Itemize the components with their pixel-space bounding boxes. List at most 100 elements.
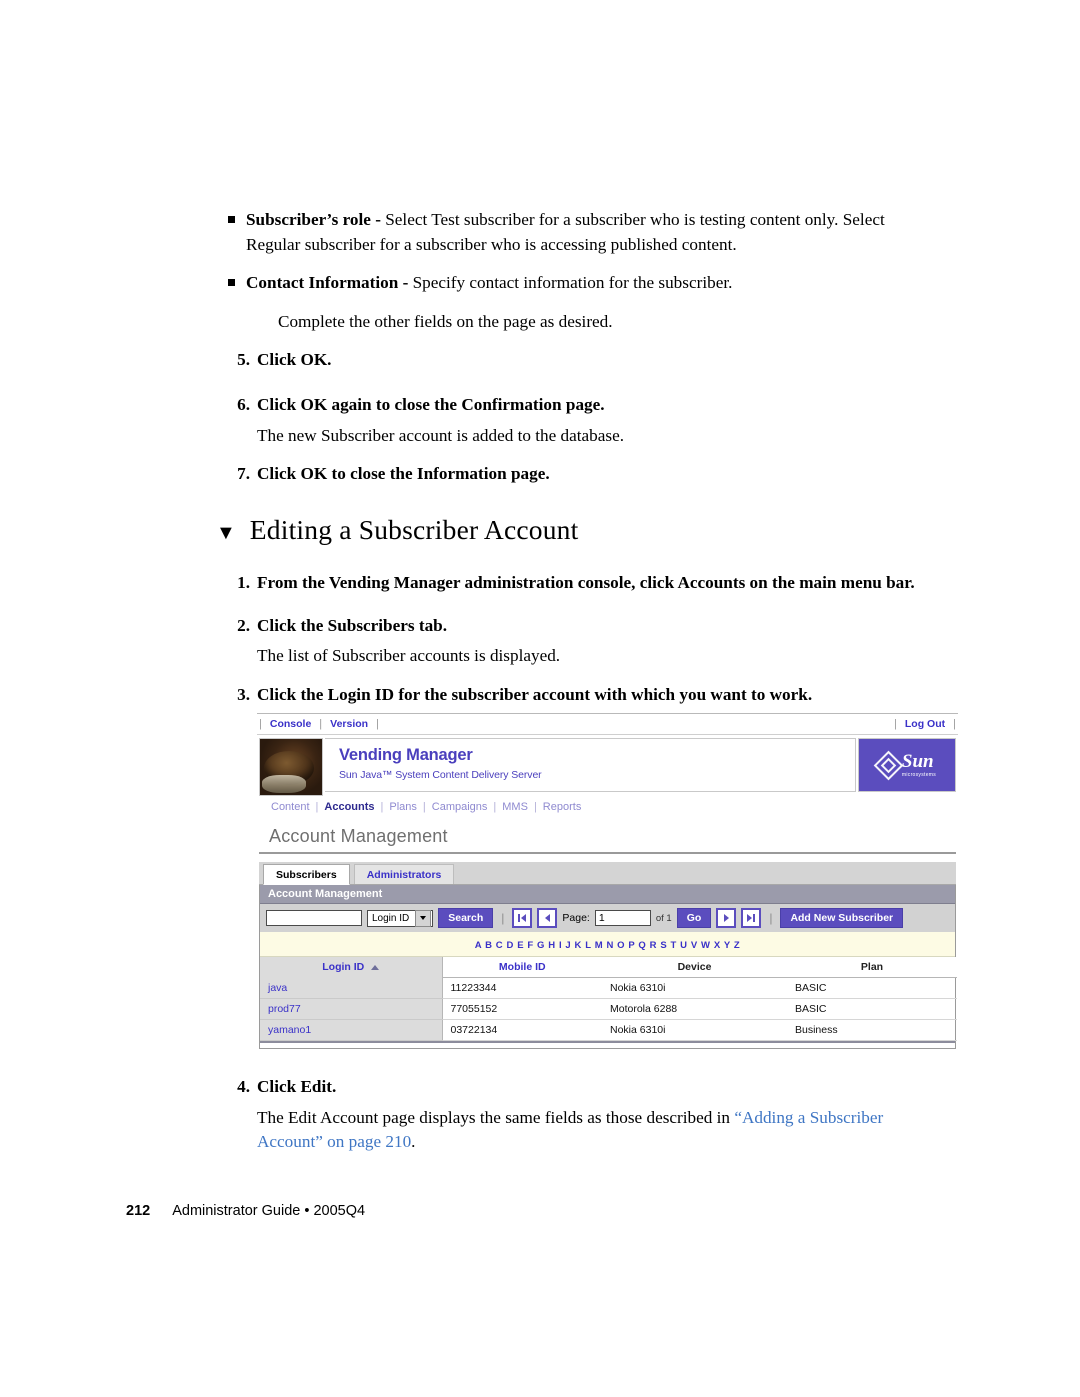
triangle-down-icon: ▼ [216,521,236,544]
step-number: 6. [237,394,250,414]
tab-administrators[interactable]: Administrators [353,864,455,884]
first-page-icon [521,914,527,922]
column-header-device: Device [602,957,787,978]
step-6: 6. Click OK again to close the Confirmat… [228,393,928,418]
bullet-text: Contact Information - Specify contact in… [246,271,928,296]
step-2: 2. Click the Subscribers tab. [228,614,928,639]
step-5: 5. Click OK. [228,348,928,373]
document-body-after-figure: 4. Click Edit. The Edit Account page dis… [228,1075,928,1169]
bullet-lead: Contact Information - [246,273,413,293]
document-page: Subscriber’s role - Select Test subscrib… [0,0,1080,1397]
section-heading: ▼ Editing a Subscriber Account [216,513,928,545]
step-2-note: The list of Subscriber accounts is displ… [257,646,561,666]
app-subtitle: Sun Java™ System Content Delivery Server [339,768,542,781]
table-header-row: Login ID Mobile ID Device Plan [260,957,957,978]
step-text: From the Vending Manager administration … [257,573,915,592]
page-footer: 212 Administrator Guide • 2005Q4 [126,1203,365,1219]
coffee-cup-photo-icon [259,738,323,796]
brand-title-box: Vending Manager Sun Java™ System Content… [325,738,856,792]
step-number: 2. [237,615,250,635]
page-title: Editing a Subscriber Account [249,513,579,545]
app-main-menu: Content | Accounts | Plans | Campaigns | MMS | Rep… [257,795,958,821]
step-number: 1. [237,573,250,592]
menu-item-mms[interactable]: MMS [496,801,534,813]
panel-bottom-rule [260,1041,955,1048]
step-text: Click the Subscribers tab. [257,615,448,635]
app-utility-bar: | Console | Version | | Log Out | [257,714,958,735]
step-4: 4. Click Edit. [228,1075,928,1100]
next-page-icon [723,914,729,922]
menu-item-reports[interactable]: Reports [537,801,588,813]
menu-item-campaigns[interactable]: Campaigns [426,801,494,813]
column-header-plan: Plan [787,957,957,978]
panel-toolbar: Login ID Search | Page: 1 of 1 Go | Add … [260,904,955,932]
cell-device: Nokia 6310i [602,977,787,999]
add-new-subscriber-button[interactable]: Add New Subscriber [780,908,904,928]
column-header-mobile-id[interactable]: Mobile ID [442,957,602,978]
step-4-note-suffix: . [411,1132,416,1152]
console-link[interactable]: Console [262,718,319,730]
embedded-app-screenshot: | Console | Version | | Log Out | Vendin… [257,713,958,1049]
step-4-note-prefix: The Edit Account page displays the same … [257,1107,735,1127]
cell-plan: BASIC [787,977,957,999]
search-field-select-value: Login ID [372,912,410,924]
page-label: Page: [562,912,590,924]
search-field-select[interactable]: Login ID [367,909,434,927]
app-brand-bar: Vending Manager Sun Java™ System Content… [257,735,958,796]
app-title: Vending Manager [339,746,473,764]
cell-plan: Business [787,1019,957,1041]
column-header-login-id[interactable]: Login ID [260,957,443,978]
step-text: Click OK. [257,350,332,370]
bullet-rest: Specify contact information for the subs… [412,273,733,293]
step-6-note: The new Subscriber account is added to t… [257,425,625,445]
cell-mobile-id: 77055152 [442,998,602,1020]
cell-plan: BASIC [787,998,957,1020]
cell-device: Motorola 6288 [602,998,787,1020]
bullet-text: Subscriber’s role - Select Test subscrib… [246,208,928,257]
chevron-down-icon [415,909,432,927]
first-page-button[interactable] [512,908,533,928]
cell-mobile-id: 11223344 [442,977,602,999]
panel-title: Account Management [260,885,955,904]
previous-page-icon [544,914,550,922]
separator: | [376,718,379,730]
bullet-item: Subscriber’s role - Select Test subscrib… [228,208,928,257]
footer-page-number: 212 [126,1203,151,1219]
alphabet-index[interactable]: A B C D E F G H I J K L M N O P Q R S T … [260,932,955,957]
page-number-input[interactable]: 1 [594,910,651,926]
log-out-link[interactable]: Log Out [897,718,953,730]
cell-login-id[interactable]: prod77 [260,998,443,1020]
cell-login-id[interactable]: java [260,977,443,999]
search-button[interactable]: Search [438,908,494,928]
sun-diamond-icon [873,750,904,780]
separator: | [953,718,956,730]
previous-page-button[interactable] [537,908,558,928]
last-page-button[interactable] [741,908,762,928]
paragraph-complete-fields: Complete the other fields on the page as… [278,311,613,331]
cell-mobile-id: 03722134 [442,1019,602,1041]
menu-item-plans[interactable]: Plans [383,801,423,813]
version-link[interactable]: Version [322,718,376,730]
last-page-icon [747,914,753,922]
menu-item-accounts[interactable]: Accounts [318,801,380,813]
tab-strip: Subscribers Administrators [259,862,956,885]
app-page-heading: Account Management [259,823,956,854]
next-page-button[interactable] [716,908,737,928]
sort-ascending-icon [371,964,380,970]
step-number: 4. [237,1077,250,1096]
table-row: java 11223344 Nokia 6310i BASIC [260,977,957,999]
separator: | [769,911,773,925]
go-button[interactable]: Go [676,908,712,928]
sun-tagline: microsystems [901,772,937,778]
bullet-lead: Subscriber’s role - [246,210,386,229]
cell-login-id[interactable]: yamano1 [260,1019,443,1041]
search-input[interactable] [266,910,362,926]
square-bullet-icon [228,271,246,287]
tab-subscribers[interactable]: Subscribers [263,864,350,885]
cell-device: Nokia 6310i [602,1019,787,1041]
menu-item-content[interactable]: Content [265,801,316,813]
table-row: prod77 77055152 Motorola 6288 BASIC [260,998,957,1020]
step-number: 5. [237,350,250,370]
sun-logo: Sun microsystems [858,738,956,792]
step-3: 3. Click the Login ID for the subscriber… [228,683,928,708]
